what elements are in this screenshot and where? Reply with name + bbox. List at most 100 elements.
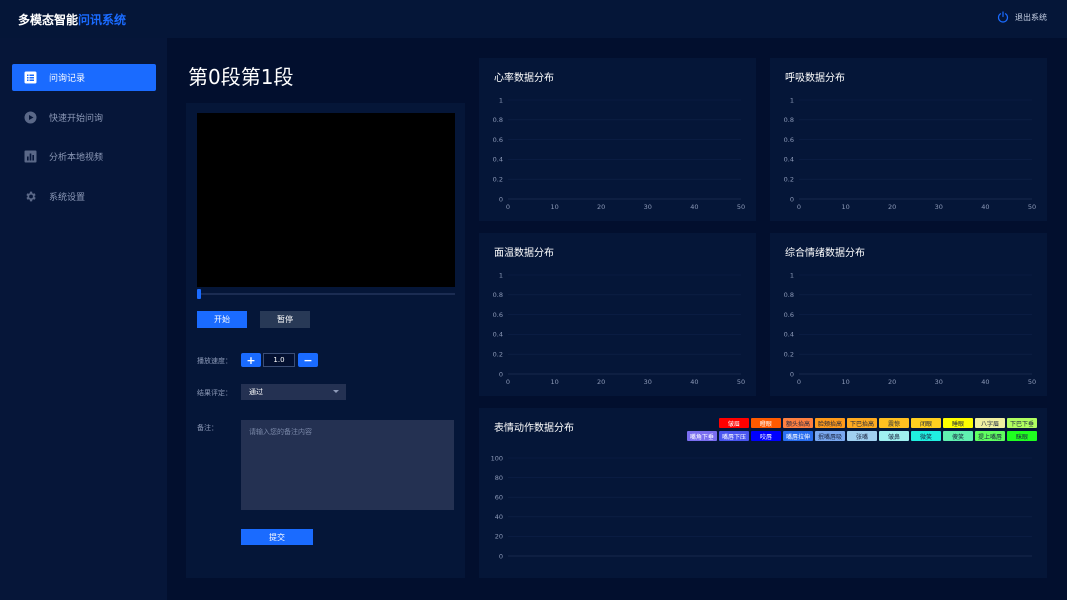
power-icon [997,11,1009,23]
face-temperature-chart: 0 0.2 0.4 0.6 0.8 1 0 10 20 30 40 50 面温数据分布 [479,233,756,396]
sidebar-item-quick-start[interactable]: 快速开始问询 [12,104,156,131]
list-icon [24,71,37,84]
chart-title: 心率数据分布 [494,73,554,84]
logout-label: 退出系统 [1015,12,1047,22]
chart-title: 呼吸数据分布 [785,73,845,84]
video-progress-track[interactable] [197,293,455,295]
legend-item[interactable]: 提上嘴唇 [974,431,1005,441]
y-tick-label: 60 [495,494,503,502]
legend-item[interactable]: 睡眼 [942,418,973,428]
sidebar-item-settings[interactable]: 系统设置 [12,183,156,210]
speed-input[interactable] [263,353,295,367]
legend-row: 嘴角下垂 嘴唇下压 咬唇 嘴唇拉伸 抿嘴唇吸 张嘴 皱鼻 微笑 傻笑 提上嘴唇 眯眼 [657,431,1037,441]
legend-item[interactable]: 下巴抬高 [846,418,877,428]
legend-item[interactable]: 皱眉 [718,418,749,428]
y-tick-label: 0.8 [493,116,503,124]
legend-item[interactable]: 震惊 [878,418,909,428]
legend-item[interactable]: 闭眼 [910,418,941,428]
chart-legend: 皱眉 瞪眼 额头抬高 脸颊抬高 下巴抬高 震惊 闭眼 睡眼 八字眉 下巴下垂 嘴角下垂 嘴唇下压 咬唇嘴… [657,418,1037,444]
x-tick-label: 0 [506,378,510,386]
submit-button[interactable]: 提交 [241,529,313,545]
start-button[interactable]: 开始 [197,311,247,328]
x-tick-label: 40 [690,203,698,211]
x-tick-label: 50 [1028,378,1036,386]
legend-row: 皱眉 瞪眼 额头抬高 脸颊抬高 下巴抬高 震惊 闭眼 睡眼 八字眉 下巴下垂 [657,418,1037,428]
chevron-down-icon [333,390,339,393]
expression-action-chart: 0 20 40 60 80 100 表情动作数据分布 皱眉 瞪眼 额头抬高 脸颊抬高 下巴抬高 震惊… [479,408,1047,578]
sidebar-item-label: 分析本地视频 [49,153,104,163]
legend-item[interactable]: 嘴唇拉伸 [782,431,813,441]
y-tick-label: 0 [790,370,794,378]
chart-title: 表情动作数据分布 [494,423,574,434]
x-tick-label: 10 [841,378,849,386]
app-title: 多模态智能问讯系统 [18,11,126,28]
logout-button[interactable]: 退出系统 [997,11,1047,23]
x-tick-label: 0 [797,203,801,211]
speed-label: 播放速度： [197,357,232,365]
page-title: 第0段第1段 [188,65,294,89]
play-circle-icon [24,111,37,124]
legend-item[interactable]: 下巴下垂 [1006,418,1037,428]
respiration-chart: 0 0.2 0.4 0.6 0.8 1 0 10 20 30 40 50 呼吸数据分布 [770,58,1047,221]
video-player[interactable] [197,113,455,287]
notes-field[interactable] [241,420,454,510]
sidebar-item-label: 快速开始问询 [49,114,104,124]
legend-item[interactable]: 眯眼 [1007,431,1037,441]
top-bar: 多模态智能问讯系统 退出系统 [0,0,1067,38]
y-tick-label: 0.8 [784,291,794,299]
y-tick-label: 0.6 [493,311,503,319]
chart-title: 综合情绪数据分布 [785,248,865,259]
x-tick-label: 20 [597,203,605,211]
sidebar-item-label: 问询记录 [49,74,86,84]
y-tick-label: 1 [790,96,794,104]
y-tick-label: 0 [499,370,503,378]
x-tick-label: 50 [737,378,745,386]
y-tick-label: 0.8 [784,116,794,124]
legend-item[interactable]: 傻笑 [942,431,973,441]
sidebar-item-label: 系统设置 [49,193,86,203]
result-select[interactable]: 通过 [241,384,346,400]
chart-title: 面温数据分布 [494,248,554,259]
pause-button[interactable]: 暂停 [260,311,310,328]
y-tick-label: 0.2 [493,351,503,359]
x-tick-label: 20 [888,378,896,386]
heart-rate-chart: 0 0.2 0.4 0.6 0.8 1 0 10 20 30 40 50 心率数据分布 [479,58,756,221]
x-tick-label: 50 [1028,203,1036,211]
video-progress-handle[interactable] [197,289,201,299]
speed-decrease-button[interactable]: − [298,353,318,367]
legend-item[interactable]: 额头抬高 [782,418,813,428]
y-tick-label: 0 [499,195,503,203]
bar-chart-icon [24,150,37,163]
legend-item[interactable]: 咬唇 [750,431,781,441]
x-tick-label: 10 [550,378,558,386]
legend-item[interactable]: 微笑 [910,431,941,441]
x-tick-label: 10 [841,203,849,211]
x-tick-label: 20 [597,378,605,386]
legend-item[interactable]: 脸颊抬高 [814,418,845,428]
legend-item[interactable]: 嘴唇下压 [718,431,749,441]
speed-increase-button[interactable]: + [241,353,261,367]
legend-item[interactable]: 瞪眼 [750,418,781,428]
y-tick-label: 0.4 [784,156,794,164]
app-title-accent: 问讯系统 [78,13,127,27]
x-tick-label: 0 [797,378,801,386]
legend-item[interactable]: 八字眉 [974,418,1005,428]
y-tick-label: 80 [495,474,503,482]
gear-icon [24,190,37,203]
legend-item[interactable]: 张嘴 [846,431,877,441]
y-tick-label: 0.4 [493,331,503,339]
result-label: 结果评定： [197,389,232,397]
y-tick-label: 0 [790,195,794,203]
emotion-composite-chart: 0 0.2 0.4 0.6 0.8 1 0 10 20 30 40 50 综合情绪数据分布 [770,233,1047,396]
result-select-value: 通过 [249,388,263,396]
y-tick-label: 0.2 [784,176,794,184]
x-tick-label: 20 [888,203,896,211]
legend-item[interactable]: 抿嘴唇吸 [814,431,845,441]
sidebar-item-local-video[interactable]: 分析本地视频 [12,143,156,170]
legend-item[interactable]: 皱鼻 [878,431,909,441]
y-tick-label: 0.6 [784,136,794,144]
y-tick-label: 1 [499,271,503,279]
app-title-main: 多模态智能 [18,13,79,27]
legend-item[interactable]: 嘴角下垂 [686,431,717,441]
sidebar-item-records[interactable]: 问询记录 [12,64,156,91]
